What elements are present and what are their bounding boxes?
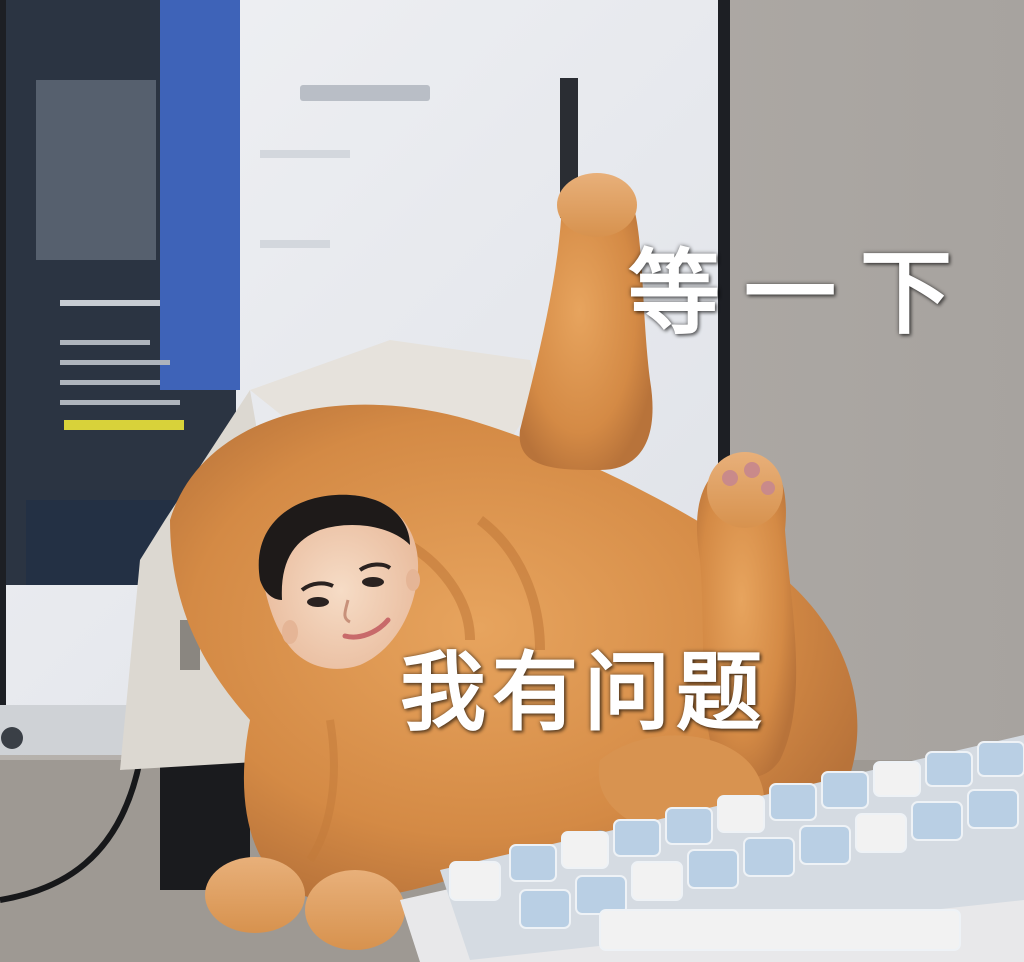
caption-wait: 等一下 <box>628 240 977 347</box>
caption-question: 我有问题 <box>400 643 768 743</box>
meme-scene-drawing <box>0 0 1024 962</box>
meme-image: 等一下 我有问题 <box>0 0 1024 962</box>
